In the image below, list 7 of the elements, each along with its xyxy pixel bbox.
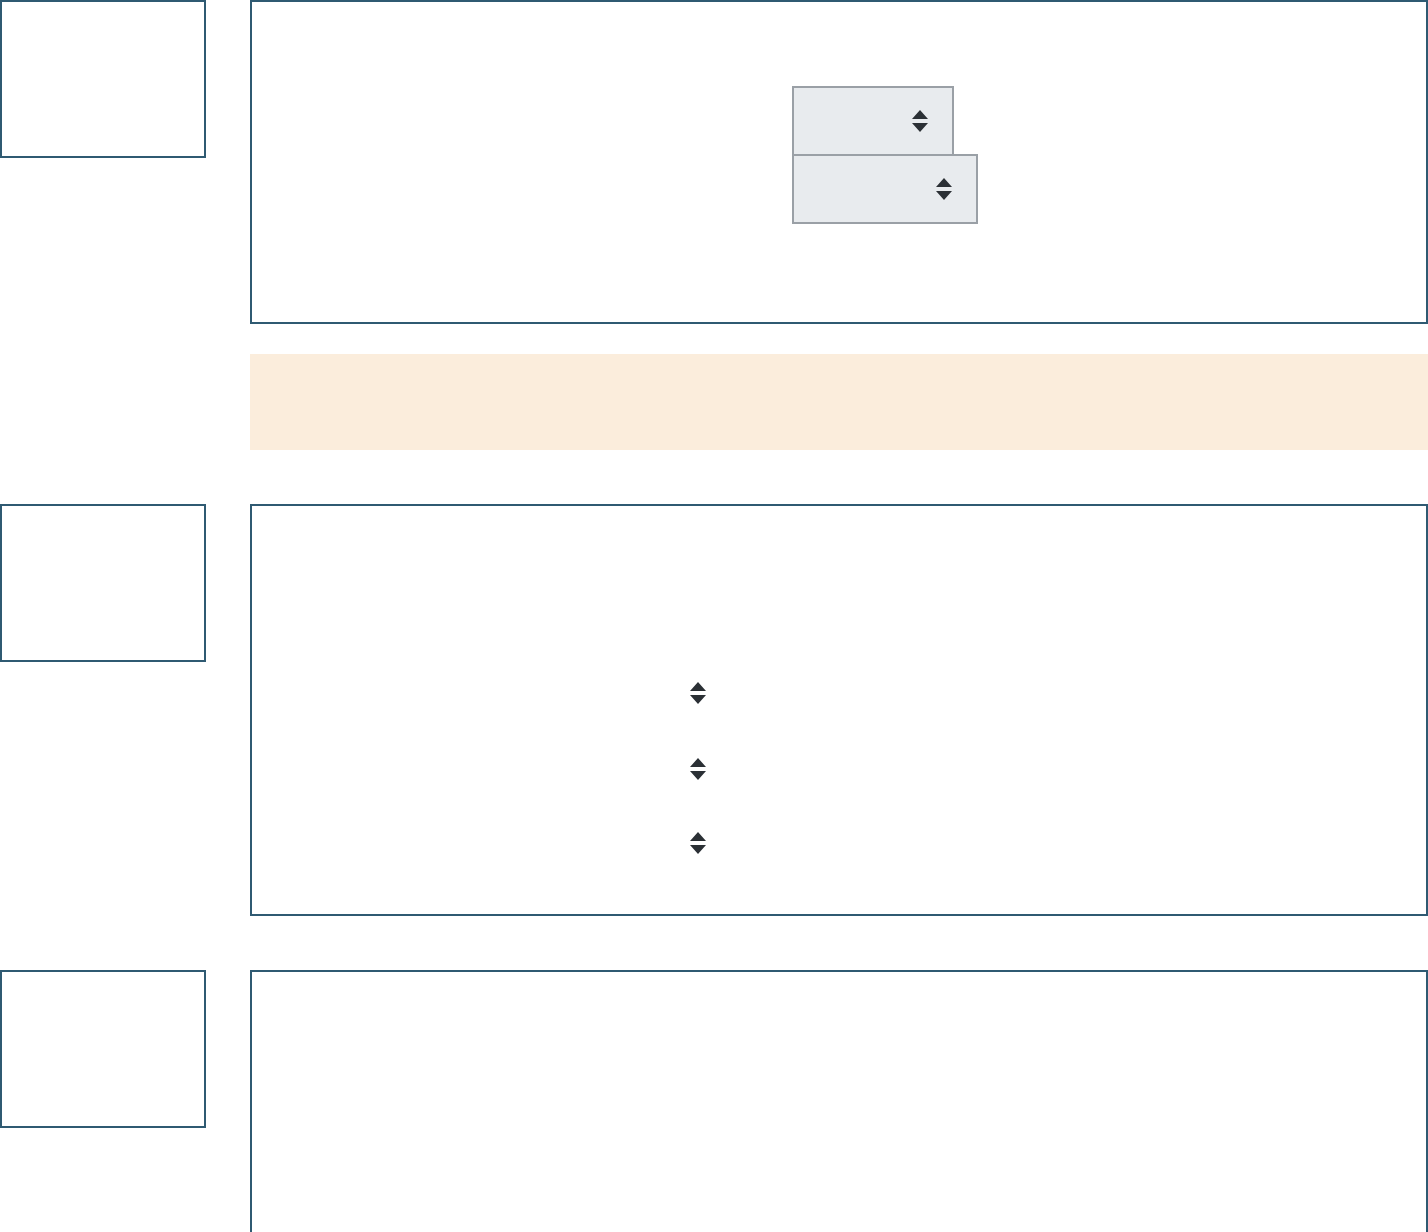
sort-caret-icon[interactable]	[690, 682, 706, 705]
select-field[interactable]	[792, 86, 954, 156]
select-field[interactable]	[792, 154, 978, 224]
sort-caret-icon	[936, 178, 952, 200]
sort-caret-icon[interactable]	[690, 757, 706, 780]
sort-caret-icon	[912, 110, 928, 132]
sort-caret-icon[interactable]	[690, 832, 706, 855]
